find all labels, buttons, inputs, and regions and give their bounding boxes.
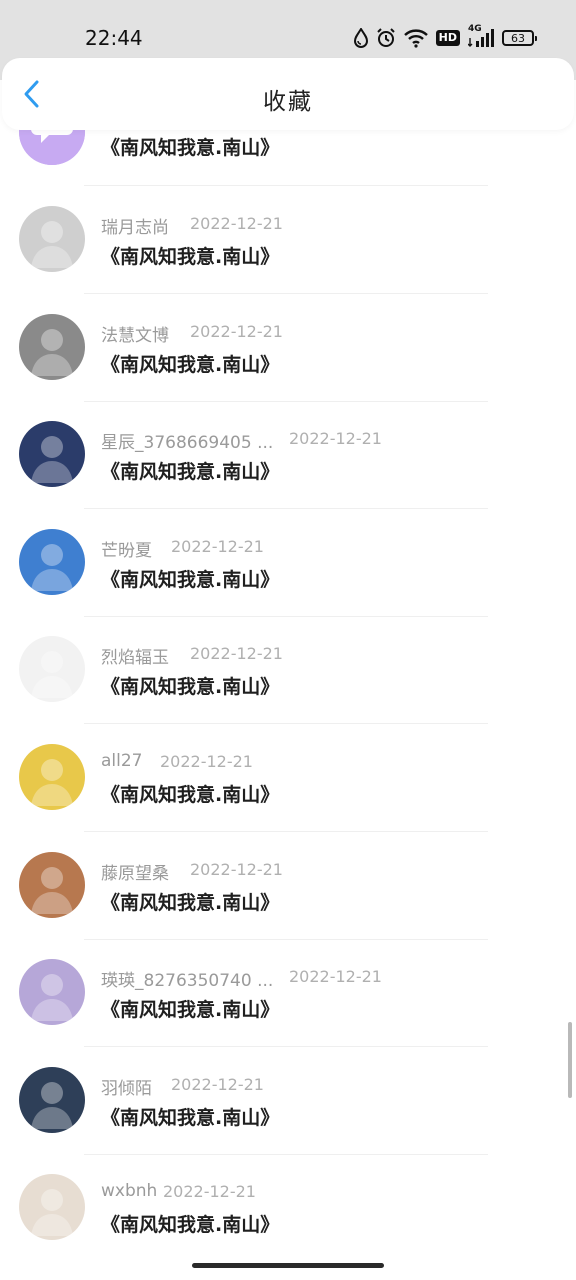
post-title: 《南风知我意.南山》	[101, 137, 280, 159]
list-item[interactable]: 星辰_3768669405 ... 2022-12-21 《南风知我意.南山》	[0, 401, 576, 508]
avatar	[19, 1067, 85, 1133]
wifi-icon	[403, 28, 428, 48]
user-name[interactable]: all27	[101, 751, 143, 771]
user-name[interactable]: 藤原望桑	[101, 859, 169, 884]
favorites-screen: 22:44 HD 4G 63 收藏 《南风知我意.南山》 瑞月志尚 2022-1…	[0, 0, 576, 1280]
list-item[interactable]: 羽倾陌 2022-12-21 《南风知我意.南山》	[0, 1047, 576, 1154]
post-title[interactable]: 《南风知我意.南山》	[101, 888, 279, 915]
status-time: 22:44	[85, 26, 143, 50]
list-item[interactable]: 藤原望桑 2022-12-21 《南风知我意.南山》	[0, 832, 576, 939]
user-name[interactable]: 星辰_3768669405 ...	[101, 428, 273, 453]
post-date: 2022-12-21	[163, 1182, 256, 1201]
status-icons: HD 4G 63	[353, 24, 537, 50]
list-item[interactable]: 芒昐夏 2022-12-21 《南风知我意.南山》	[0, 509, 576, 616]
user-name[interactable]: wxbnh	[101, 1181, 157, 1201]
post-date: 2022-12-21	[160, 752, 253, 771]
post-title[interactable]: 《南风知我意.南山》	[101, 457, 279, 484]
post-date: 2022-12-21	[289, 967, 382, 986]
avatar	[19, 744, 85, 810]
alarm-icon	[376, 28, 396, 48]
app-header: 收藏	[2, 58, 574, 130]
post-title[interactable]: 《南风知我意.南山》	[101, 1210, 279, 1237]
avatar	[19, 636, 85, 702]
user-name[interactable]: 芒昐夏	[101, 536, 152, 561]
list-item[interactable]: wxbnh 2022-12-21 《南风知我意.南山》	[0, 1154, 576, 1261]
page-title: 收藏	[263, 89, 313, 115]
user-name[interactable]: 瑛瑛_8276350740 ...	[101, 966, 273, 991]
list-item[interactable]: all27 2022-12-21 《南风知我意.南山》	[0, 724, 576, 831]
user-name[interactable]: 法慧文博	[101, 321, 169, 346]
post-date: 2022-12-21	[171, 1075, 264, 1094]
battery-level: 63	[511, 31, 525, 45]
avatar	[19, 314, 85, 380]
user-name[interactable]: 烈焰辐玉	[101, 643, 169, 668]
post-title[interactable]: 《南风知我意.南山》	[101, 242, 279, 269]
post-date: 2022-12-21	[190, 322, 283, 341]
post-title[interactable]: 《南风知我意.南山》	[101, 565, 279, 592]
post-title[interactable]: 《南风知我意.南山》	[101, 780, 279, 807]
post-date: 2022-12-21	[190, 644, 283, 663]
list-item[interactable]: 瑛瑛_8276350740 ... 2022-12-21 《南风知我意.南山》	[0, 939, 576, 1046]
post-date: 2022-12-21	[190, 214, 283, 233]
avatar	[19, 206, 85, 272]
scrollbar[interactable]	[568, 1022, 572, 1098]
hd-icon: HD	[435, 30, 460, 46]
post-title[interactable]: 《南风知我意.南山》	[101, 350, 279, 377]
avatar	[19, 852, 85, 918]
avatar	[19, 421, 85, 487]
user-name[interactable]: 瑞月志尚	[101, 213, 169, 238]
home-indicator[interactable]	[192, 1263, 384, 1268]
post-title[interactable]: 《南风知我意.南山》	[101, 1103, 279, 1130]
list-item[interactable]: 瑞月志尚 2022-12-21 《南风知我意.南山》	[0, 186, 576, 293]
avatar	[19, 1174, 85, 1240]
post-date: 2022-12-21	[171, 537, 264, 556]
user-name[interactable]: 羽倾陌	[101, 1074, 152, 1099]
avatar	[19, 529, 85, 595]
post-title[interactable]: 《南风知我意.南山》	[101, 672, 279, 699]
post-title[interactable]: 《南风知我意.南山》	[101, 995, 279, 1022]
avatar	[19, 959, 85, 1025]
list-item[interactable]: 烈焰辐玉 2022-12-21 《南风知我意.南山》	[0, 616, 576, 723]
battery-icon: 63	[502, 30, 537, 46]
signal-icon: 4G	[468, 24, 494, 48]
post-date: 2022-12-21	[190, 860, 283, 879]
post-date: 2022-12-21	[289, 429, 382, 448]
list-item[interactable]: 法慧文博 2022-12-21 《南风知我意.南山》	[0, 294, 576, 401]
drop-icon	[353, 28, 368, 48]
